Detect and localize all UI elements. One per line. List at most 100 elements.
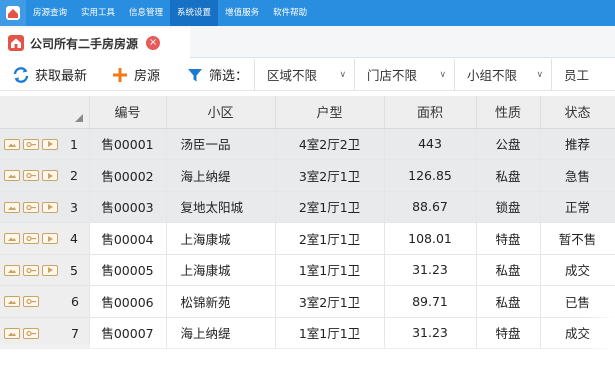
key-icon[interactable] — [23, 327, 39, 339]
row-action-icons — [4, 264, 58, 276]
tab-company-listings[interactable]: 公司所有二手房房源 × — [0, 28, 190, 58]
cell-listing-id: 售00001 — [89, 128, 167, 160]
cell-community: 松锦新苑 — [166, 285, 276, 318]
cell-listing-id: 售00002 — [89, 159, 167, 192]
row-header[interactable]: 3 — [0, 191, 90, 223]
row-number: 7 — [71, 325, 79, 341]
photo-icon[interactable] — [4, 296, 20, 308]
cell-community: 海上纳缇 — [166, 159, 276, 192]
store-select-value: 门店不限 — [367, 68, 418, 83]
cell-type: 私盘 — [476, 159, 541, 192]
tab-title: 公司所有二手房房源 — [30, 36, 139, 51]
row-action-icons — [4, 327, 39, 339]
column-header-id[interactable]: 编号 — [89, 96, 167, 129]
row-header[interactable]: 5 — [0, 254, 90, 286]
filter-icon — [186, 66, 204, 84]
add-listing-button[interactable]: 房源 — [105, 59, 166, 91]
chevron-down-icon: ∨ — [439, 69, 447, 80]
column-header-layout[interactable]: 户型 — [275, 96, 385, 129]
cell-type: 私盘 — [476, 254, 541, 286]
photo-icon[interactable] — [4, 264, 20, 276]
row-header[interactable]: 4 — [0, 222, 90, 255]
photo-icon[interactable] — [4, 138, 20, 150]
menu-item-info[interactable]: 信息管理 — [122, 0, 170, 26]
key-icon[interactable] — [23, 170, 39, 182]
cell-community: 汤臣一品 — [166, 128, 276, 160]
refresh-button[interactable]: 获取最新 — [0, 59, 93, 91]
cell-listing-id: 售00003 — [89, 191, 167, 223]
cell-listing-id: 售00004 — [89, 222, 167, 255]
filter-label: 筛选： — [209, 69, 249, 84]
app-logo-icon — [0, 0, 26, 26]
photo-icon[interactable] — [4, 327, 20, 339]
district-select[interactable]: 区域不限 ∨ — [254, 58, 354, 91]
row-header[interactable]: 2 — [0, 159, 90, 192]
table-header-row: 编号 小区 户型 面积 性质 状态 — [0, 96, 615, 129]
key-icon[interactable] — [23, 296, 39, 308]
table-row[interactable]: 1 售00001 汤臣一品 4室2厅2卫 443 公盘 推荐 — [0, 128, 615, 160]
cell-type: 特盘 — [476, 222, 541, 255]
cell-status: 已售 — [540, 285, 615, 318]
close-tab-icon[interactable]: × — [146, 36, 161, 50]
menu-item-house-search[interactable]: 房源查询 — [26, 0, 74, 26]
row-number: 6 — [71, 294, 79, 310]
photo-icon[interactable] — [4, 201, 20, 213]
key-icon[interactable] — [23, 138, 39, 150]
row-number: 4 — [70, 231, 78, 247]
photo-icon[interactable] — [4, 170, 20, 182]
key-icon[interactable] — [23, 201, 39, 213]
table-row[interactable]: 5 售00005 上海康城 1室1厅1卫 31.23 私盘 成交 — [0, 254, 615, 286]
video-icon[interactable] — [42, 201, 58, 213]
menu-item-tools[interactable]: 实用工具 — [74, 0, 122, 26]
cell-status: 正常 — [540, 191, 615, 223]
column-header-status[interactable]: 状态 — [540, 96, 615, 129]
cell-area: 31.23 — [384, 254, 477, 286]
row-action-icons — [4, 170, 58, 182]
table-row[interactable]: 7 售00007 海上纳缇 1室1厅1卫 31.23 特盘 成交 — [0, 317, 615, 349]
row-action-icons — [4, 296, 39, 308]
key-icon[interactable] — [23, 264, 39, 276]
row-header[interactable]: 7 — [0, 317, 90, 349]
video-icon[interactable] — [42, 170, 58, 182]
photo-icon[interactable] — [4, 233, 20, 245]
top-menu-bar: 房源查询 实用工具 信息管理 系统设置 增值服务 软件帮助 — [0, 0, 615, 26]
cell-area: 89.71 — [384, 285, 477, 318]
cell-layout: 2室1厅1卫 — [275, 191, 385, 223]
column-header-type[interactable]: 性质 — [476, 96, 541, 129]
row-action-icons — [4, 201, 58, 213]
row-header[interactable]: 1 — [0, 128, 90, 160]
cell-layout: 2室1厅1卫 — [275, 222, 385, 255]
table-row[interactable]: 3 售00003 复地太阳城 2室1厅1卫 88.67 锁盘 正常 — [0, 191, 615, 223]
group-select[interactable]: 小组不限 ∨ — [454, 58, 551, 91]
menu-item-services[interactable]: 增值服务 — [218, 0, 266, 26]
table-row[interactable]: 4 售00004 上海康城 2室1厅1卫 108.01 特盘 暂不售 — [0, 222, 615, 255]
cell-status: 成交 — [540, 317, 615, 349]
row-action-icons — [4, 233, 58, 245]
column-header-area[interactable]: 面积 — [384, 96, 477, 129]
row-header[interactable]: 6 — [0, 285, 90, 318]
table-row[interactable]: 6 售00006 松锦新苑 3室2厅1卫 89.71 私盘 已售 — [0, 285, 615, 318]
chevron-down-icon: ∨ — [339, 69, 347, 80]
store-select[interactable]: 门店不限 ∨ — [354, 58, 454, 91]
cell-community: 上海康城 — [166, 222, 276, 255]
staff-select[interactable]: 员工 — [551, 58, 609, 91]
key-icon[interactable] — [23, 233, 39, 245]
cell-community: 上海康城 — [166, 254, 276, 286]
menu-item-settings[interactable]: 系统设置 — [170, 0, 219, 26]
cell-area: 126.85 — [384, 159, 477, 192]
row-number: 3 — [70, 199, 78, 215]
cell-layout: 1室1厅1卫 — [275, 254, 385, 286]
document-tab-bar: 公司所有二手房房源 × — [0, 26, 615, 58]
video-icon[interactable] — [42, 264, 58, 276]
cell-status: 推荐 — [540, 128, 615, 160]
column-header-community[interactable]: 小区 — [166, 96, 276, 129]
add-listing-label: 房源 — [134, 69, 161, 84]
video-icon[interactable] — [42, 233, 58, 245]
menu-item-help[interactable]: 软件帮助 — [266, 0, 314, 26]
cell-type: 锁盘 — [476, 191, 541, 223]
table-row[interactable]: 2 售00002 海上纳缇 3室2厅1卫 126.85 私盘 急售 — [0, 159, 615, 192]
cell-listing-id: 售00005 — [89, 254, 167, 286]
video-icon[interactable] — [42, 138, 58, 150]
refresh-icon — [12, 66, 30, 84]
select-all-corner[interactable] — [0, 96, 90, 129]
